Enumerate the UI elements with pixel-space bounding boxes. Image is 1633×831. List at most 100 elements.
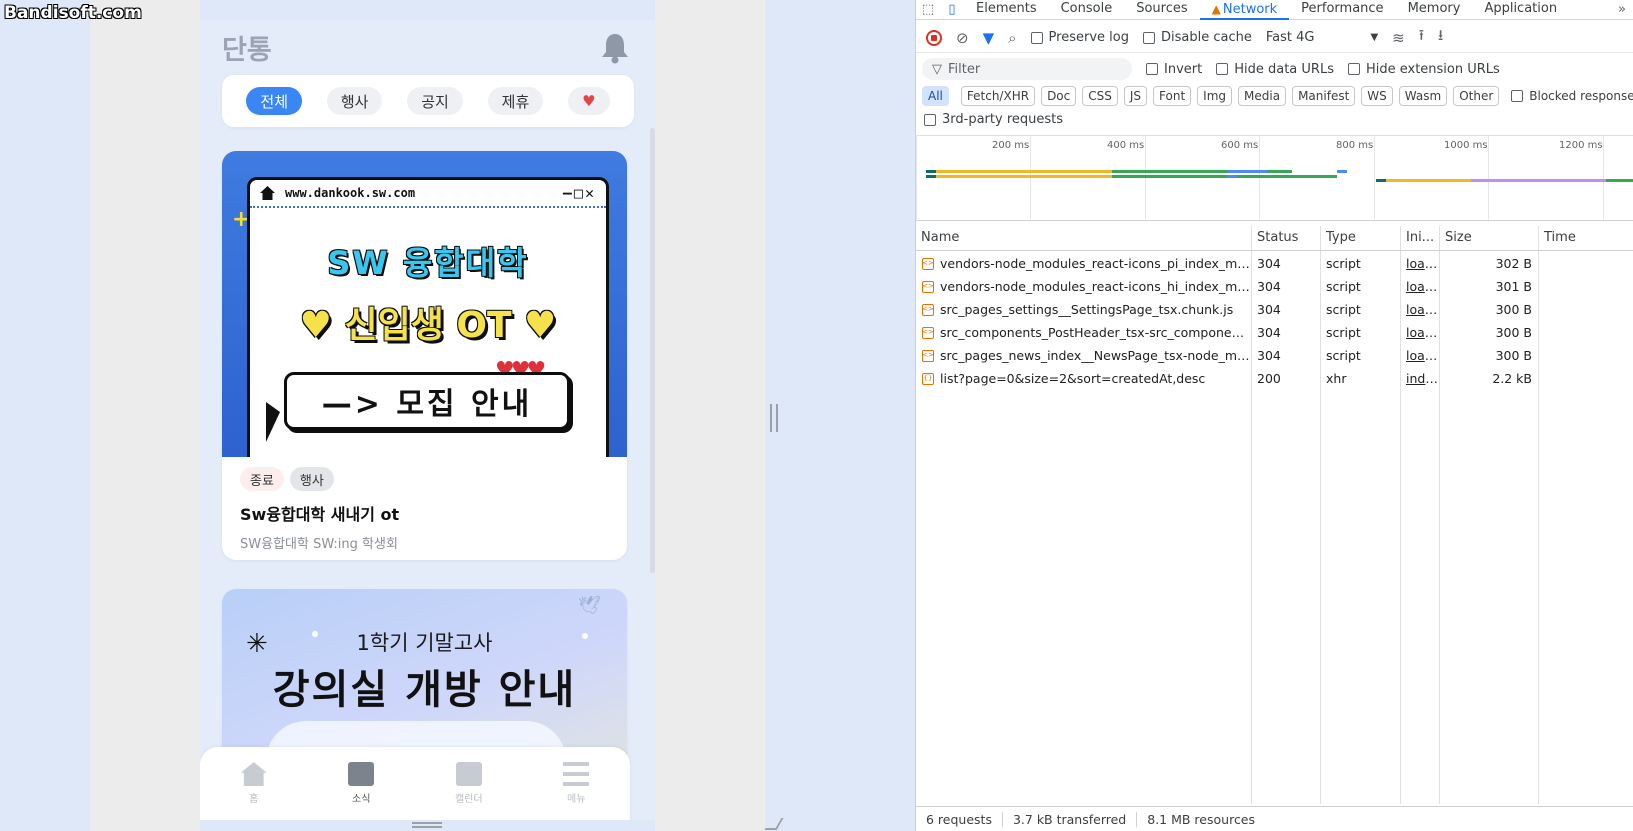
type-filter-ws[interactable]: WS — [1361, 86, 1393, 106]
timeline-tick-label: 1000 ms — [1444, 140, 1488, 151]
third-party-requests-checkbox[interactable]: 3rd-party requests — [924, 112, 1063, 127]
timeline-gridline: 400 ms — [1107, 136, 1146, 222]
column-header-status[interactable]: Status — [1252, 226, 1298, 250]
checkbox-label: Hide data URLs — [1234, 61, 1334, 77]
device-toolbar-icon[interactable]: ▯ — [940, 0, 964, 20]
type-filter-all[interactable]: All — [922, 86, 949, 106]
filter-chip-favorites[interactable]: ♥ — [568, 87, 610, 115]
tab-network-label: Network — [1222, 1, 1278, 17]
type-filter-doc[interactable]: Doc — [1041, 86, 1077, 106]
initiator-link[interactable]: load s — [1401, 344, 1439, 367]
initiator-link[interactable]: load s — [1401, 298, 1439, 321]
nav-item-home[interactable]: 홈 — [214, 762, 294, 805]
initiator-link[interactable]: load s — [1401, 252, 1439, 275]
type-filter-img[interactable]: Img — [1197, 86, 1233, 106]
bottom-navigation: 홈 소식 캘린더 메뉴 — [200, 747, 630, 820]
hide-data-urls-checkbox[interactable]: Hide data URLs — [1216, 62, 1334, 77]
initiator-link[interactable]: index — [1401, 367, 1439, 390]
blocked-responses-checkbox[interactable]: Blocked response — [1511, 89, 1633, 103]
table-row[interactable]: {} list?page=0&size=2&sort=createdAt,desc… — [916, 367, 1633, 390]
filter-chip-notice[interactable]: 공지 — [407, 87, 463, 115]
filter-icon[interactable]: ▼ — [983, 29, 995, 47]
table-row[interactable]: <> src_pages_settings__SettingsPage_tsx.c… — [916, 298, 1633, 321]
transferred-size: 3.7 kB transferred — [1003, 811, 1138, 827]
checkbox-label: Disable cache — [1160, 30, 1252, 45]
feed-scrollbar[interactable] — [650, 128, 655, 573]
invert-checkbox[interactable]: Invert — [1146, 62, 1202, 77]
filter-placeholder: Filter — [948, 61, 981, 77]
filter-chip-event[interactable]: 행사 — [326, 87, 383, 115]
table-row[interactable]: <> src_pages_news_index__NewsPage_tsx-nod… — [916, 344, 1633, 367]
column-header-time[interactable]: Time — [1539, 226, 1576, 250]
nav-label: 메뉴 — [567, 794, 586, 805]
throttling-select[interactable]: Fast 4G ▼ — [1266, 30, 1378, 45]
table-row[interactable]: <> vendors-node_modules_react-icons_hi_in… — [916, 275, 1633, 298]
import-har-icon[interactable]: ⭱ — [1419, 25, 1424, 50]
type-filter-js[interactable]: JS — [1123, 86, 1148, 106]
disable-cache-checkbox[interactable]: Disable cache — [1142, 30, 1252, 45]
network-overview-timeline[interactable]: 200 ms 400 ms 600 ms 800 ms 1000 ms 1200… — [916, 135, 1633, 222]
type-filter-media[interactable]: Media — [1238, 86, 1287, 106]
bell-icon[interactable] — [600, 32, 630, 64]
nav-item-calendar[interactable]: 캘린더 — [429, 762, 509, 805]
column-header-name[interactable]: Name — [916, 226, 959, 250]
network-conditions-icon[interactable]: ≋ — [1392, 29, 1405, 47]
table-row[interactable]: <> src_components_PostHeader_tsx-src_comp… — [916, 321, 1633, 344]
type-cell: script — [1326, 348, 1361, 363]
filter-chip-partnership[interactable]: 제휴 — [487, 87, 544, 115]
initiator-link[interactable]: load s — [1401, 321, 1439, 344]
inspect-element-icon[interactable]: ⬚ — [916, 0, 940, 20]
stop-recording-icon[interactable] — [926, 29, 942, 46]
type-filter-css[interactable]: CSS — [1082, 86, 1118, 106]
tab-network[interactable]: ▲ Network — [1199, 0, 1290, 20]
hide-extension-urls-checkbox[interactable]: Hide extension URLs — [1347, 62, 1500, 77]
status-cell: 304 — [1257, 279, 1281, 294]
export-har-icon[interactable]: ⭳ — [1438, 25, 1443, 50]
initiator-link[interactable]: load s — [1401, 275, 1439, 298]
nav-item-news[interactable]: 소식 — [321, 762, 401, 805]
tab-memory[interactable]: Memory — [1396, 0, 1473, 20]
tab-application[interactable]: Application — [1472, 0, 1569, 20]
news-card[interactable]: + + www.dankook.sw.com —□✕ SW 융합대학 ♥ 신입생… — [222, 151, 627, 560]
viewport-bottom-grip[interactable] — [412, 822, 442, 828]
tab-console[interactable]: Console — [1049, 0, 1125, 20]
request-name: vendors-node_modules_react-icons_pi_inde… — [940, 256, 1251, 271]
devtools-tab-bar: ⬚ ▯ Elements Console Sources ▲ Network Pe… — [916, 0, 1633, 20]
filter-input[interactable]: ▽ Filter — [922, 58, 1132, 80]
tab-sources[interactable]: Sources — [1124, 0, 1199, 20]
devtools-panel: ⬚ ▯ Elements Console Sources ▲ Network Pe… — [915, 0, 1633, 831]
checkbox-box — [1030, 31, 1043, 44]
pixel-window-titlebar: www.dankook.sw.com —□✕ — [250, 180, 606, 208]
column-header-initiator[interactable]: Ini... — [1401, 226, 1434, 250]
home-icon — [240, 762, 267, 786]
warning-icon: ▲ — [1211, 1, 1221, 16]
script-file-icon: <> — [922, 303, 934, 316]
type-filter-manifest[interactable]: Manifest — [1292, 86, 1356, 106]
more-tabs-icon[interactable]: » — [1610, 2, 1633, 17]
tab-elements[interactable]: Elements — [964, 0, 1049, 20]
type-filter-fetch-xhr[interactable]: Fetch/XHR — [960, 86, 1036, 106]
preserve-log-checkbox[interactable]: Preserve log — [1030, 30, 1129, 45]
viewport-corner-grip[interactable] — [764, 818, 784, 830]
app-title: 단통 — [222, 35, 272, 66]
viewport-resize-handle[interactable] — [770, 404, 778, 432]
throttling-value: Fast 4G — [1265, 30, 1315, 45]
checkbox-label: Preserve log — [1048, 30, 1129, 45]
status-cell: 304 — [1257, 325, 1281, 340]
type-filter-other[interactable]: Other — [1453, 86, 1500, 106]
tab-performance[interactable]: Performance — [1289, 0, 1395, 20]
table-row[interactable]: <> vendors-node_modules_react-icons_pi_in… — [916, 252, 1633, 275]
mobile-app: 단통 전체 행사 공지 제휴 ♥ + + www.dankook.sw.com — [200, 20, 655, 820]
script-file-icon: <> — [922, 349, 934, 362]
column-header-type[interactable]: Type — [1321, 226, 1356, 250]
viewport-gutter-left — [90, 0, 200, 831]
column-header-size[interactable]: Size — [1440, 226, 1472, 250]
nav-item-menu[interactable]: 메뉴 — [536, 762, 616, 805]
search-icon[interactable]: ⌕ — [1008, 29, 1016, 47]
filter-chip-all[interactable]: 전체 — [246, 87, 303, 115]
clear-icon[interactable]: ⊘ — [956, 29, 969, 47]
type-filter-wasm[interactable]: Wasm — [1398, 86, 1448, 106]
status-cell: 200 — [1257, 371, 1281, 386]
type-filter-font[interactable]: Font — [1153, 86, 1192, 106]
script-file-icon: <> — [922, 280, 934, 293]
